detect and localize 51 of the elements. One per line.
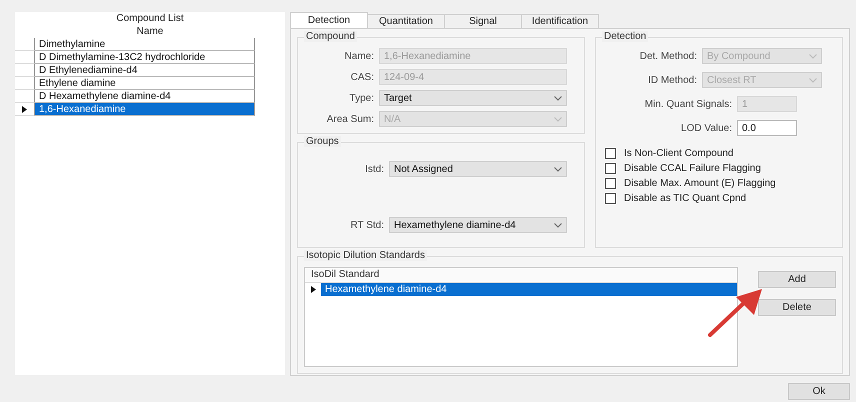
checkbox[interactable] [605, 193, 616, 204]
chevron-down-icon [554, 116, 562, 122]
checkbox-label: Disable CCAL Failure Flagging [624, 163, 761, 174]
list-item[interactable]: Ethylene diamine [35, 77, 255, 90]
field-label: Name: [344, 50, 374, 62]
dropdown[interactable]: Not Assigned [389, 161, 567, 177]
list-item[interactable]: D Ethylenediamine-d4 [35, 64, 255, 77]
checkbox[interactable] [605, 178, 616, 189]
list-item[interactable]: Hexamethylene diamine-d4 [321, 283, 737, 296]
list-item[interactable]: 1,6-Hexanediamine [35, 103, 255, 116]
tab[interactable]: Signal [444, 14, 522, 28]
action-button[interactable]: Add [758, 271, 836, 288]
chevron-down-icon [554, 166, 562, 172]
checkbox-label: Is Non-Client Compound [624, 148, 734, 159]
ok-button[interactable]: Ok [788, 383, 850, 400]
row-pointer-icon [22, 106, 27, 112]
dropdown[interactable]: Hexamethylene diamine-d4 [389, 217, 567, 233]
chevron-down-icon [554, 96, 562, 100]
field-label: LOD Value: [680, 122, 732, 134]
input-field[interactable]: 0.0 [737, 120, 797, 136]
list-item[interactable]: D Dimethylamine-13C2 hydrochloride [35, 51, 255, 64]
field-label: CAS: [350, 72, 374, 82]
field-label: Area Sum: [326, 114, 374, 124]
checkbox-label: Disable as TIC Quant Cpnd [624, 193, 746, 204]
row-pointer-icon [310, 286, 316, 293]
group-title: Detection [602, 31, 648, 42]
checkbox-label: Disable Max. Amount (E) Flagging [624, 178, 776, 189]
list-item[interactable]: Dimethylamine [35, 38, 255, 51]
dropdown[interactable]: Target [379, 90, 567, 106]
field-label: RT Std: [349, 220, 384, 230]
chevron-down-icon [809, 54, 817, 58]
field-label: Type: [348, 92, 374, 104]
action-button[interactable]: Delete [758, 299, 836, 316]
field-label: ID Method: [647, 74, 697, 86]
column-header: IsoDil Standard [305, 268, 737, 283]
group-title: Groups [304, 136, 341, 147]
field-label: Istd: [364, 164, 384, 174]
group-title: Compound [304, 31, 357, 42]
checkbox[interactable] [605, 163, 616, 174]
field-label: Det. Method: [638, 50, 697, 62]
column-header: Name [136, 25, 164, 38]
group-title: Isotopic Dilution Standards [304, 250, 427, 261]
field-label: Min. Quant Signals: [644, 98, 732, 110]
chevron-down-icon [554, 222, 562, 228]
tab[interactable]: Detection [290, 12, 368, 28]
tab[interactable]: Quantitation [367, 14, 445, 28]
checkbox[interactable] [605, 148, 616, 159]
tab[interactable]: Identification [521, 14, 599, 28]
arrow-annotation [706, 287, 764, 339]
list-title: Compound List [115, 12, 185, 25]
chevron-down-icon [809, 78, 817, 82]
